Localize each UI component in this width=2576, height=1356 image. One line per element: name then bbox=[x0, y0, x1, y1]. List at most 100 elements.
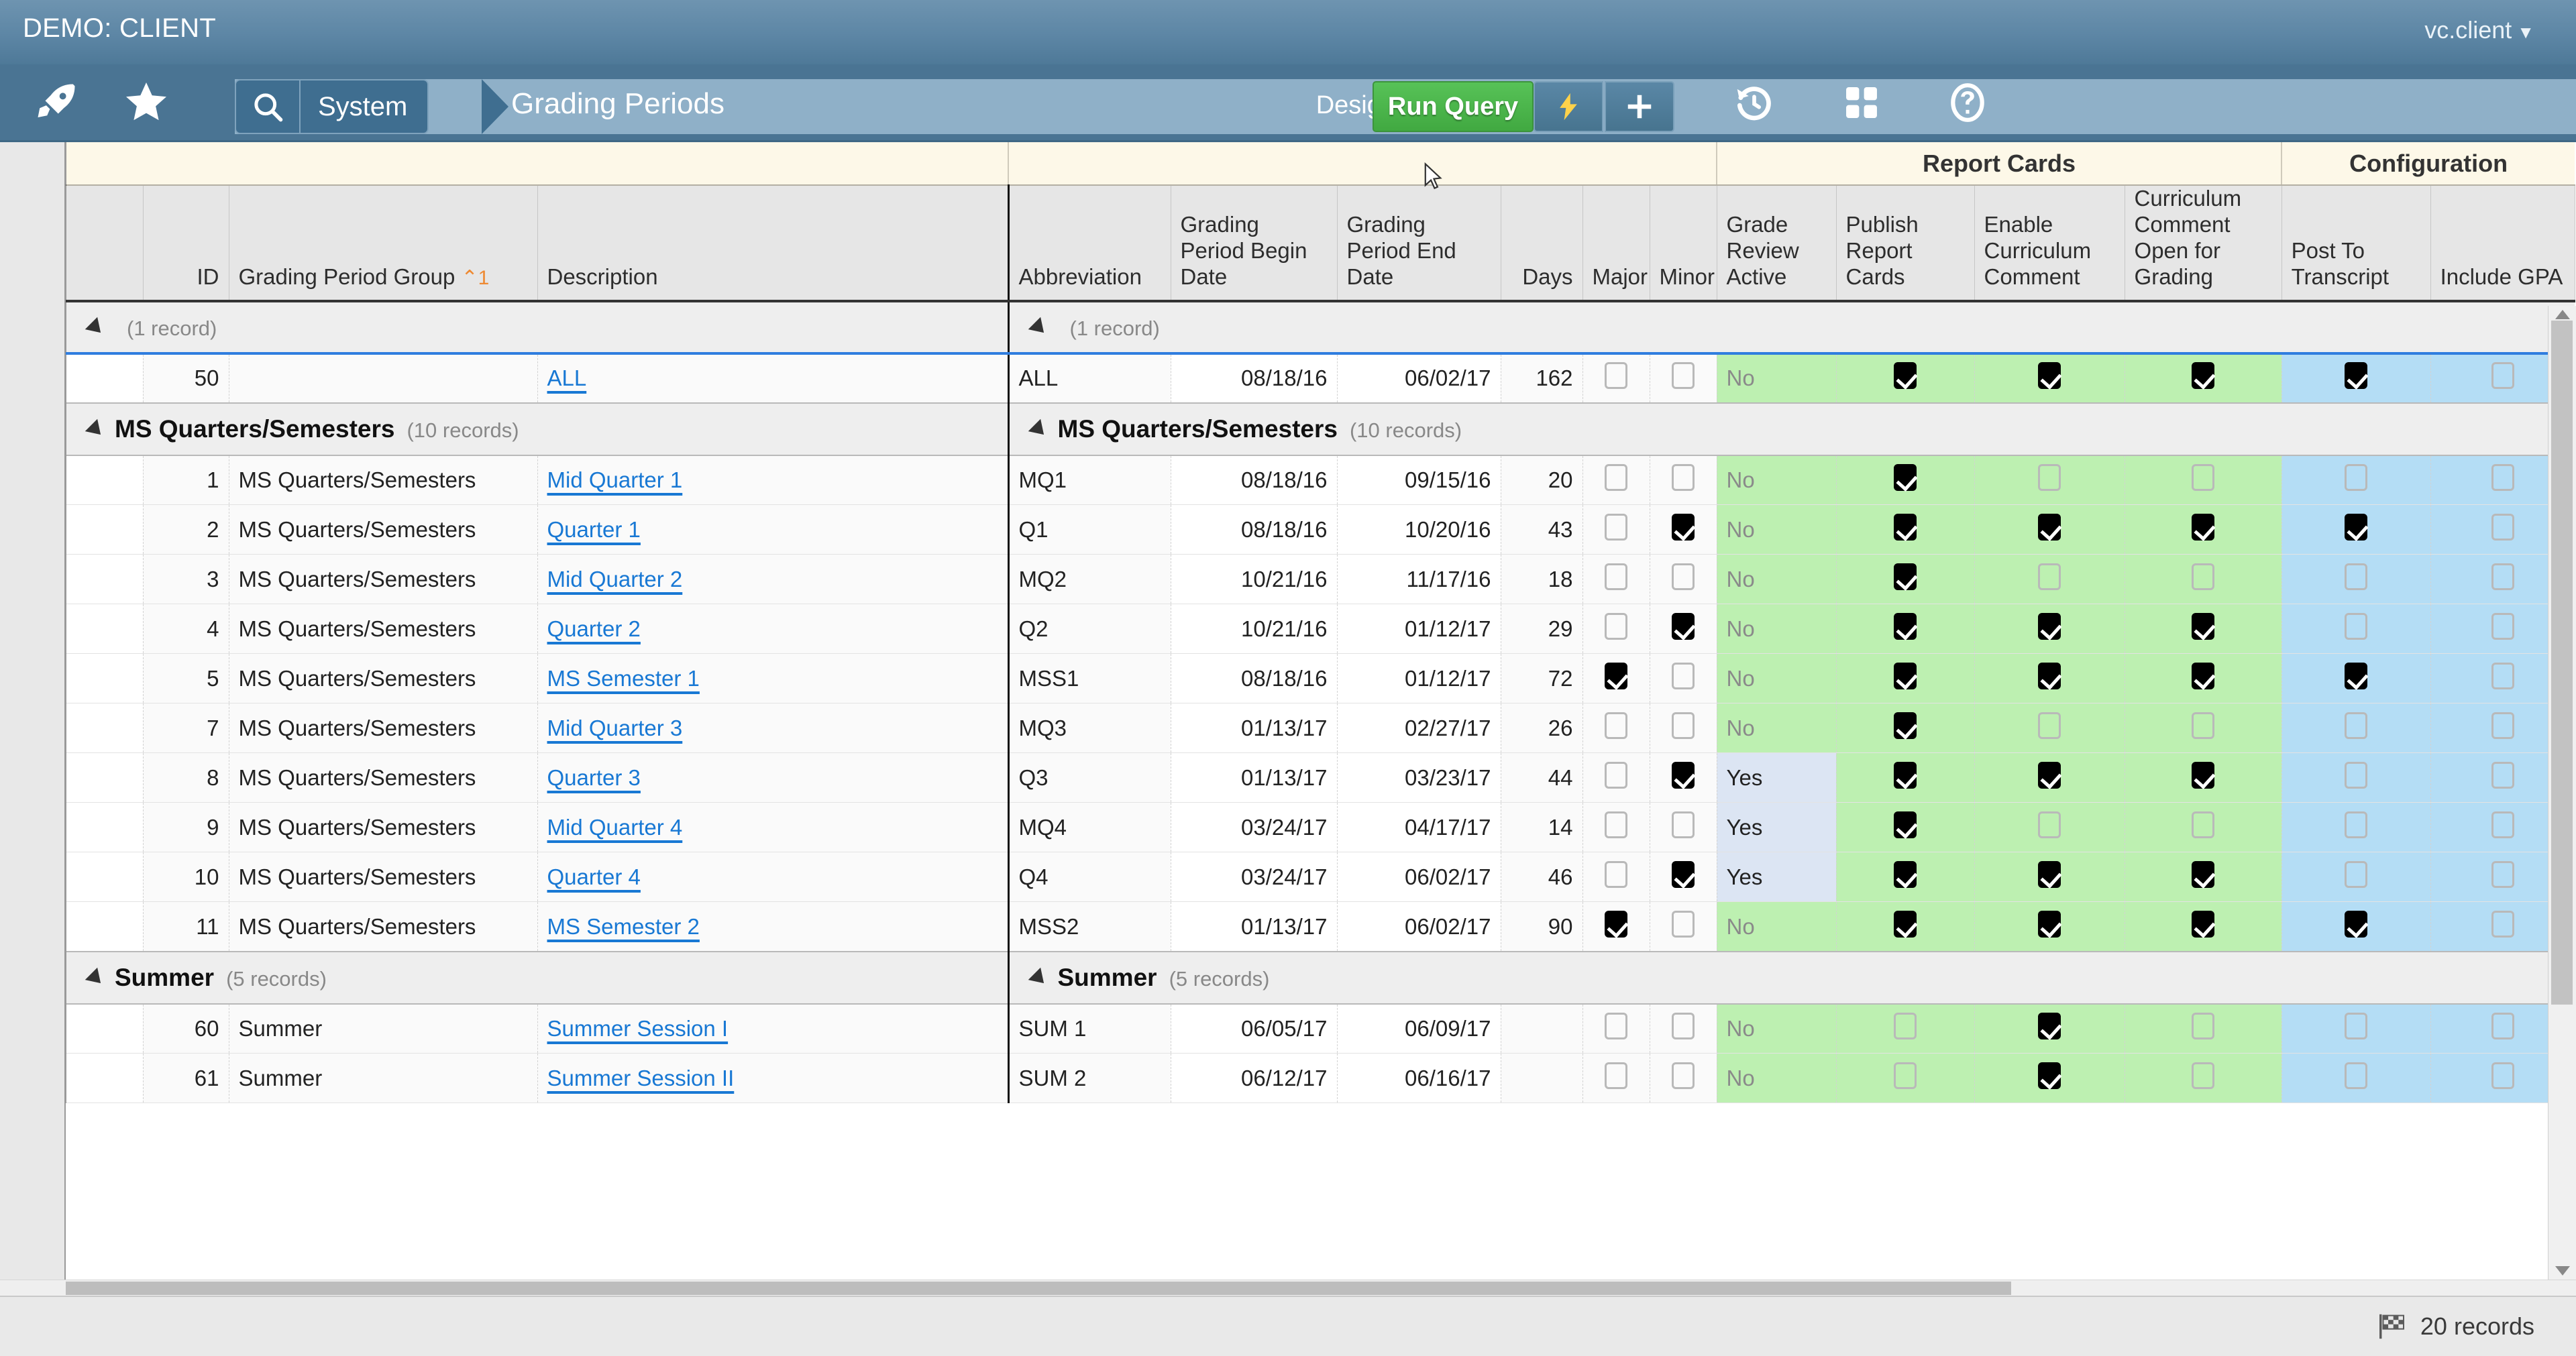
cell-group[interactable]: MS Quarters/Semesters bbox=[229, 802, 538, 853]
cell-abbreviation[interactable]: Q3 bbox=[1008, 752, 1171, 803]
cell-publish-report-cards[interactable] bbox=[1836, 353, 1975, 404]
cell-id[interactable]: 3 bbox=[143, 554, 229, 605]
cell-group[interactable]: MS Quarters/Semesters bbox=[229, 703, 538, 754]
cell-group[interactable]: Summer bbox=[229, 1003, 538, 1054]
post-to-transcript-checkbox[interactable] bbox=[2345, 761, 2368, 789]
publish-report-cards-checkbox[interactable] bbox=[1894, 1013, 1917, 1039]
include-gpa-checkbox[interactable] bbox=[2491, 860, 2514, 888]
cell-publish-report-cards[interactable] bbox=[1836, 852, 1975, 903]
minor-checkbox[interactable] bbox=[1672, 811, 1695, 838]
cell-major[interactable] bbox=[1582, 752, 1650, 803]
cell-minor[interactable] bbox=[1650, 455, 1717, 506]
post-to-transcript-checkbox[interactable] bbox=[2345, 513, 2368, 541]
cell-end-date[interactable]: 02/27/17 bbox=[1337, 703, 1501, 754]
cell-publish-report-cards[interactable] bbox=[1836, 802, 1975, 853]
description-link[interactable]: Quarter 4 bbox=[547, 864, 641, 889]
cell-curriculum-comment-open[interactable] bbox=[2125, 353, 2282, 404]
cell-post-to-transcript[interactable] bbox=[2282, 554, 2431, 605]
cell-begin-date[interactable]: 01/13/17 bbox=[1171, 901, 1338, 952]
cell-major[interactable] bbox=[1582, 353, 1650, 404]
minor-checkbox[interactable] bbox=[1672, 513, 1695, 541]
cell-description[interactable]: Mid Quarter 1 bbox=[537, 455, 1010, 506]
collapse-triangle-icon[interactable] bbox=[85, 317, 107, 339]
cell-post-to-transcript[interactable] bbox=[2282, 852, 2431, 903]
cell-days[interactable]: 26 bbox=[1501, 703, 1583, 754]
description-link[interactable]: Mid Quarter 2 bbox=[547, 567, 683, 591]
post-to-transcript-checkbox[interactable] bbox=[2345, 362, 2368, 390]
cell-id[interactable]: 61 bbox=[143, 1053, 229, 1104]
curriculum-comment-open-checkbox[interactable] bbox=[2192, 811, 2215, 838]
curriculum-comment-open-checkbox[interactable] bbox=[2192, 712, 2215, 739]
cell-abbreviation[interactable]: Q2 bbox=[1008, 604, 1171, 655]
cell-major[interactable] bbox=[1582, 802, 1650, 853]
run-query-button[interactable]: Run Query bbox=[1373, 81, 1534, 132]
include-gpa-checkbox[interactable] bbox=[2491, 761, 2514, 789]
cell-publish-report-cards[interactable] bbox=[1836, 554, 1975, 605]
cell-major[interactable] bbox=[1582, 604, 1650, 655]
cell-grade-review-active[interactable]: No bbox=[1717, 604, 1837, 655]
enable-curriculum-comment-checkbox[interactable] bbox=[2038, 712, 2061, 739]
cell-publish-report-cards[interactable] bbox=[1836, 1053, 1975, 1104]
cell-major[interactable] bbox=[1582, 455, 1650, 506]
include-gpa-checkbox[interactable] bbox=[2491, 612, 2514, 640]
include-gpa-checkbox[interactable] bbox=[2491, 362, 2514, 390]
cell-begin-date[interactable]: 10/21/16 bbox=[1171, 554, 1338, 605]
cell-begin-date[interactable]: 03/24/17 bbox=[1171, 802, 1338, 853]
enable-curriculum-comment-checkbox[interactable] bbox=[2038, 1013, 2061, 1039]
cell-minor[interactable] bbox=[1650, 852, 1717, 903]
cell-abbreviation[interactable]: MQ3 bbox=[1008, 703, 1171, 754]
cell-enable-curriculum-comment[interactable] bbox=[1974, 703, 2125, 754]
cell-description[interactable]: Quarter 4 bbox=[537, 852, 1010, 903]
cell-abbreviation[interactable]: ALL bbox=[1008, 353, 1171, 404]
help-button[interactable] bbox=[1937, 72, 1998, 133]
major-checkbox[interactable] bbox=[1605, 563, 1627, 590]
cell-curriculum-comment-open[interactable] bbox=[2125, 901, 2282, 952]
curriculum-comment-open-checkbox[interactable] bbox=[2192, 761, 2215, 789]
quick-action-button[interactable] bbox=[1534, 81, 1603, 132]
cell-post-to-transcript[interactable] bbox=[2282, 604, 2431, 655]
cell-grade-review-active[interactable]: No bbox=[1717, 504, 1837, 555]
table-row[interactable]: 4 MS Quarters/Semesters Quarter 2 Q2 10/21/1… bbox=[0, 604, 2575, 655]
curriculum-comment-open-checkbox[interactable] bbox=[2192, 1062, 2215, 1089]
cell-major[interactable] bbox=[1582, 901, 1650, 952]
cell-days[interactable]: 162 bbox=[1501, 353, 1583, 404]
vertical-scrollbar[interactable] bbox=[2548, 306, 2576, 1280]
search-button[interactable] bbox=[236, 80, 301, 133]
include-gpa-checkbox[interactable] bbox=[2491, 712, 2514, 739]
cell-abbreviation[interactable]: MSS1 bbox=[1008, 653, 1171, 704]
cell-curriculum-comment-open[interactable] bbox=[2125, 802, 2282, 853]
history-button[interactable] bbox=[1724, 72, 1784, 133]
minor-checkbox[interactable] bbox=[1672, 712, 1695, 739]
group-header-row[interactable]: MS Quarters/Semesters (10 records) MS Quar… bbox=[0, 402, 2575, 456]
cell-days[interactable] bbox=[1501, 1053, 1583, 1104]
cell-minor[interactable] bbox=[1650, 802, 1717, 853]
column-header-begin-date[interactable]: Grading Period Begin Date bbox=[1171, 185, 1338, 302]
publish-report-cards-checkbox[interactable] bbox=[1894, 1062, 1917, 1089]
curriculum-comment-open-checkbox[interactable] bbox=[2192, 860, 2215, 888]
cell-curriculum-comment-open[interactable] bbox=[2125, 504, 2282, 555]
curriculum-comment-open-checkbox[interactable] bbox=[2192, 464, 2215, 491]
publish-report-cards-checkbox[interactable] bbox=[1894, 860, 1917, 888]
cell-post-to-transcript[interactable] bbox=[2282, 653, 2431, 704]
cell-minor[interactable] bbox=[1650, 554, 1717, 605]
table-row[interactable]: 9 MS Quarters/Semesters Mid Quarter 4 MQ4 03… bbox=[0, 802, 2575, 853]
scroll-down-icon[interactable] bbox=[2555, 1266, 2570, 1276]
cell-publish-report-cards[interactable] bbox=[1836, 653, 1975, 704]
cell-end-date[interactable]: 10/20/16 bbox=[1337, 504, 1501, 555]
cell-description[interactable]: Quarter 1 bbox=[537, 504, 1010, 555]
cell-group[interactable]: MS Quarters/Semesters bbox=[229, 901, 538, 952]
column-header-abbreviation[interactable]: Abbreviation bbox=[1008, 185, 1171, 302]
publish-report-cards-checkbox[interactable] bbox=[1894, 563, 1917, 590]
include-gpa-checkbox[interactable] bbox=[2491, 563, 2514, 590]
cell-days[interactable] bbox=[1501, 1003, 1583, 1054]
cell-publish-report-cards[interactable] bbox=[1836, 604, 1975, 655]
cell-enable-curriculum-comment[interactable] bbox=[1974, 554, 2125, 605]
cell-abbreviation[interactable]: SUM 2 bbox=[1008, 1053, 1171, 1104]
cell-grade-review-active[interactable]: No bbox=[1717, 653, 1837, 704]
cell-major[interactable] bbox=[1582, 703, 1650, 754]
cell-minor[interactable] bbox=[1650, 653, 1717, 704]
cell-end-date[interactable]: 06/02/17 bbox=[1337, 852, 1501, 903]
cell-post-to-transcript[interactable] bbox=[2282, 353, 2431, 404]
curriculum-comment-open-checkbox[interactable] bbox=[2192, 612, 2215, 640]
add-record-button[interactable] bbox=[1605, 81, 1674, 132]
